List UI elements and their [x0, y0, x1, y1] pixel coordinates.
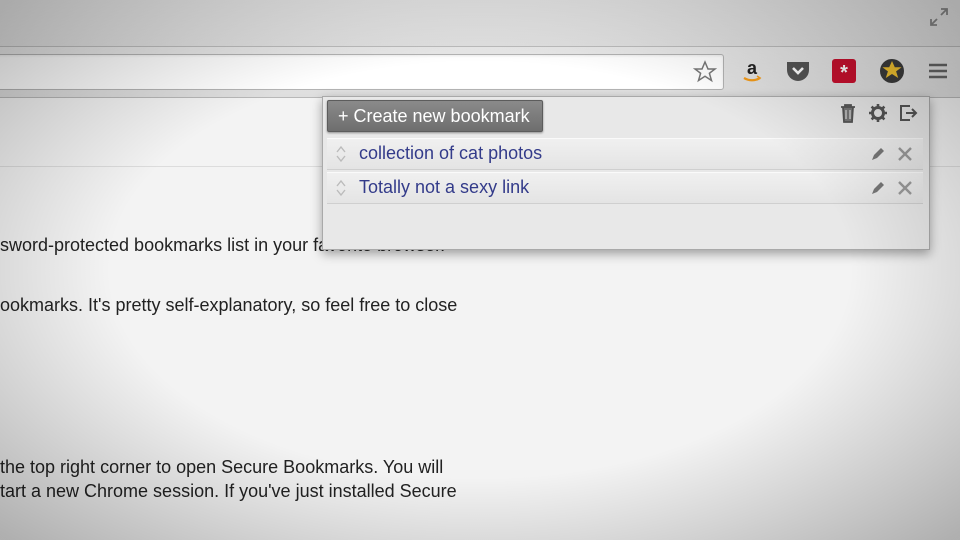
page-text-line: ookmarks. It's pretty self-explanatory, … — [0, 295, 458, 315]
secure-bookmarks-popup: + Create new bookmark collection of cat … — [322, 96, 930, 250]
lastpass-icon[interactable]: * — [830, 57, 858, 85]
create-new-bookmark-button[interactable]: + Create new bookmark — [327, 100, 543, 132]
svg-text:*: * — [840, 62, 848, 84]
browser-toolbar: a * — [0, 47, 960, 98]
logout-icon[interactable] — [897, 102, 919, 124]
trash-icon[interactable] — [837, 102, 859, 124]
bookmark-link[interactable]: collection of cat photos — [359, 143, 542, 164]
popup-actions — [837, 102, 919, 124]
pocket-icon[interactable] — [784, 57, 812, 85]
delete-x-icon[interactable] — [895, 178, 915, 198]
bookmark-star-icon[interactable] — [693, 60, 717, 84]
drag-handle-icon[interactable] — [335, 177, 347, 199]
bookmark-row: Totally not a sexy link — [327, 172, 923, 204]
delete-x-icon[interactable] — [895, 144, 915, 164]
gear-icon[interactable] — [867, 102, 889, 124]
secure-bookmarks-extension-icon[interactable] — [878, 57, 906, 85]
bookmark-row: collection of cat photos — [327, 138, 923, 170]
amazon-icon[interactable]: a — [738, 57, 766, 85]
page-text-line: tart a new Chrome session. If you've jus… — [0, 481, 457, 501]
menu-icon[interactable] — [924, 57, 952, 85]
window-titlebar — [0, 0, 960, 47]
fullscreen-icon[interactable] — [928, 6, 950, 28]
edit-pencil-icon[interactable] — [869, 179, 887, 197]
page-text-line: the top right corner to open Secure Book… — [0, 457, 444, 477]
bookmark-link[interactable]: Totally not a sexy link — [359, 177, 529, 198]
address-bar[interactable] — [0, 54, 724, 90]
drag-handle-icon[interactable] — [335, 143, 347, 165]
svg-text:a: a — [747, 58, 758, 78]
edit-pencil-icon[interactable] — [869, 145, 887, 163]
